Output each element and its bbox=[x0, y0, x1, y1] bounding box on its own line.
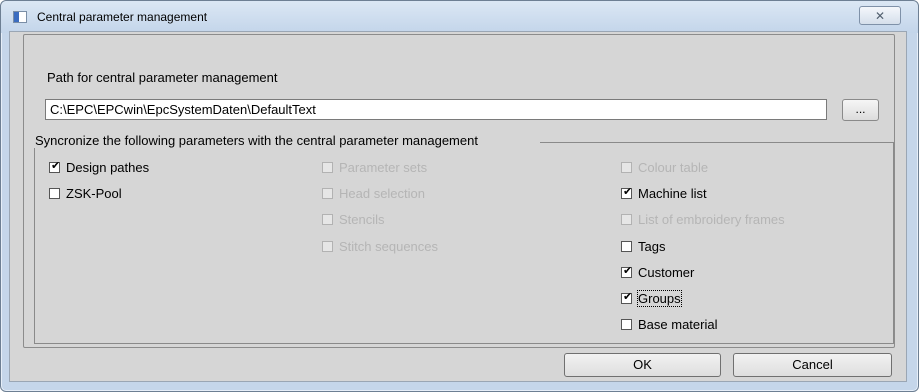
checkbox-tags[interactable]: Tags bbox=[621, 238, 665, 254]
path-label: Path for central parameter management bbox=[47, 70, 278, 85]
checkbox-colour-table: Colour table bbox=[621, 159, 708, 175]
groupbox-border-bottom bbox=[34, 343, 894, 344]
checkbox-stitch-sequences: Stitch sequences bbox=[322, 238, 438, 254]
app-window-icon bbox=[13, 11, 27, 23]
checkbox-label: Customer bbox=[638, 264, 695, 280]
groupbox-border-right bbox=[893, 142, 894, 343]
close-button[interactable]: ✕ bbox=[859, 6, 901, 25]
checkbox-parameter-sets: Parameter sets bbox=[322, 159, 427, 175]
checkbox-box bbox=[322, 187, 333, 199]
checkbox-box bbox=[621, 213, 632, 225]
checkbox-box bbox=[322, 240, 333, 252]
checkbox-stencils: Stencils bbox=[322, 211, 385, 227]
path-input[interactable] bbox=[45, 99, 827, 120]
checkbox-base-material[interactable]: Base material bbox=[621, 316, 717, 332]
checkbox-customer[interactable]: ✔ Customer bbox=[621, 264, 694, 280]
checkbox-design-pathes[interactable]: ✔ Design pathes bbox=[49, 159, 149, 175]
checkmark-icon: ✔ bbox=[623, 185, 633, 198]
checkbox-box[interactable] bbox=[49, 187, 60, 199]
checkbox-label: Base material bbox=[638, 316, 718, 332]
checkbox-box bbox=[322, 213, 333, 225]
checkbox-box bbox=[322, 161, 333, 173]
checkmark-icon: ✔ bbox=[623, 264, 633, 277]
sync-groupbox-title: Syncronize the following parameters with… bbox=[34, 133, 479, 148]
checkbox-box[interactable]: ✔ bbox=[49, 159, 61, 173]
groupbox-border-left bbox=[34, 142, 35, 343]
browse-button[interactable]: ... bbox=[842, 99, 879, 121]
checkbox-label: Stencils bbox=[339, 211, 385, 227]
checkmark-icon: ✔ bbox=[51, 159, 61, 172]
checkbox-machine-list[interactable]: ✔ Machine list bbox=[621, 185, 707, 201]
checkbox-list-of-embroidery-frames: List of embroidery frames bbox=[621, 211, 785, 227]
checkbox-box[interactable]: ✔ bbox=[621, 185, 633, 199]
checkbox-label: Machine list bbox=[638, 185, 707, 201]
checkbox-box[interactable]: ✔ bbox=[621, 264, 633, 278]
checkbox-groups[interactable]: ✔ Groups bbox=[621, 289, 682, 307]
checkbox-label: Groups bbox=[637, 289, 682, 307]
checkbox-label: ZSK-Pool bbox=[66, 185, 122, 201]
title-bar[interactable]: Central parameter management ✕ bbox=[1, 1, 918, 33]
checkbox-label: List of embroidery frames bbox=[638, 211, 785, 227]
checkmark-icon: ✔ bbox=[623, 290, 633, 303]
checkbox-head-selection: Head selection bbox=[322, 185, 425, 201]
checkbox-box[interactable] bbox=[621, 240, 632, 252]
checkbox-box[interactable] bbox=[621, 318, 632, 330]
cancel-button[interactable]: Cancel bbox=[733, 353, 892, 377]
groupbox-border-top-right bbox=[540, 142, 894, 143]
checkbox-label: Parameter sets bbox=[339, 159, 428, 175]
checkbox-label: Stitch sequences bbox=[339, 238, 439, 254]
checkbox-label: Head selection bbox=[339, 185, 425, 201]
checkbox-zsk-pool[interactable]: ZSK-Pool bbox=[49, 185, 122, 201]
checkbox-label: Design pathes bbox=[66, 159, 150, 175]
checkbox-label: Tags bbox=[638, 238, 666, 254]
checkbox-label: Colour table bbox=[638, 159, 709, 175]
close-icon: ✕ bbox=[874, 9, 886, 23]
checkbox-box[interactable]: ✔ bbox=[621, 290, 633, 304]
ok-button[interactable]: OK bbox=[564, 353, 721, 377]
window-title: Central parameter management bbox=[37, 10, 208, 24]
checkbox-box bbox=[621, 161, 632, 173]
